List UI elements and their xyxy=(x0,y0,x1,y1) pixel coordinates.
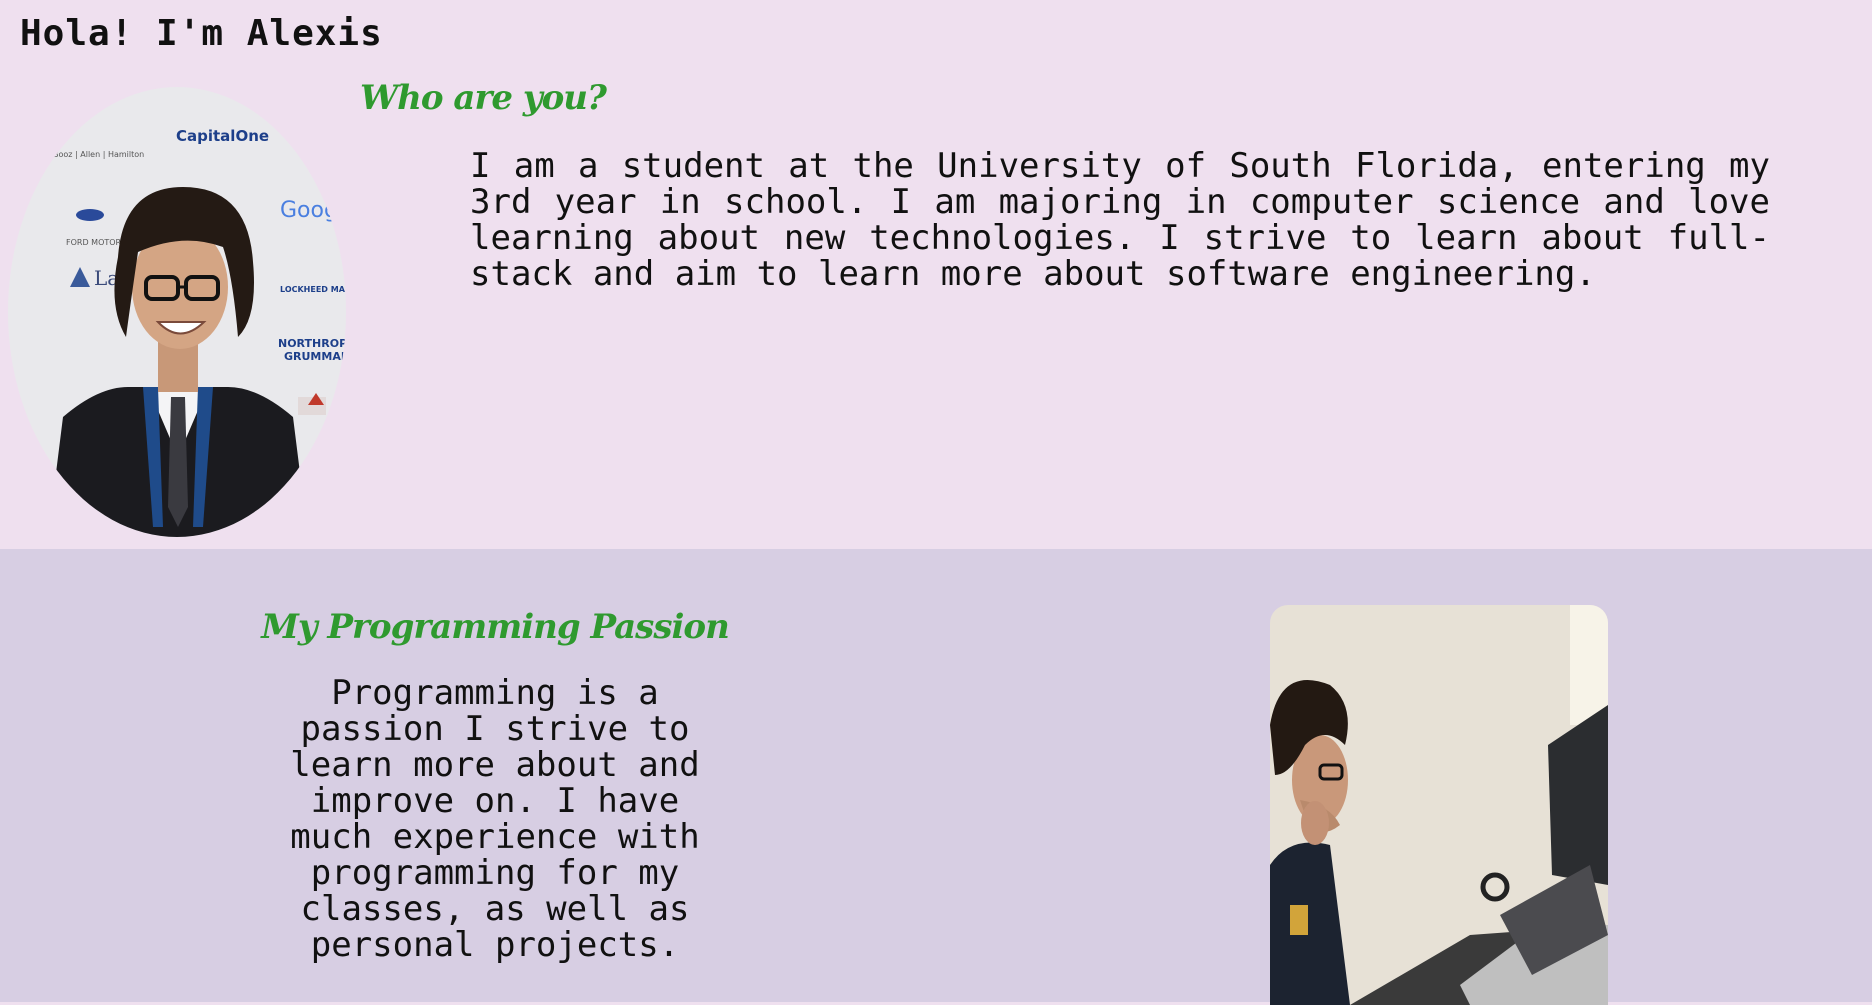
profile-photo: CapitalOne Goog FORD MOTOR COMPANY Lam L… xyxy=(8,87,346,537)
svg-text:CapitalOne: CapitalOne xyxy=(176,127,269,145)
passion-section: My Programming Passion Programming is a … xyxy=(0,549,1872,1005)
svg-text:Booz | Allen | Hamilton: Booz | Allen | Hamilton xyxy=(53,150,144,159)
programming-photo xyxy=(1270,605,1608,1005)
about-heading: Who are you? xyxy=(360,78,607,118)
passion-paragraph: Programming is a passion I strive to lea… xyxy=(290,673,700,965)
svg-text:NORTHROP: NORTHROP xyxy=(278,337,346,350)
intro-section: Hola! I'm Alexis CapitalOne Goog FORD MO… xyxy=(0,0,1872,549)
page-title: Hola! I'm Alexis xyxy=(20,13,383,54)
passion-heading: My Programming Passion xyxy=(261,607,730,647)
about-paragraph: I am a student at the University of Sout… xyxy=(470,146,1770,294)
svg-text:LOCKHEED MARTIN: LOCKHEED MARTIN xyxy=(280,285,346,294)
svg-text:Goog: Goog xyxy=(280,198,338,223)
svg-text:GRUMMAN: GRUMMAN xyxy=(284,350,346,363)
